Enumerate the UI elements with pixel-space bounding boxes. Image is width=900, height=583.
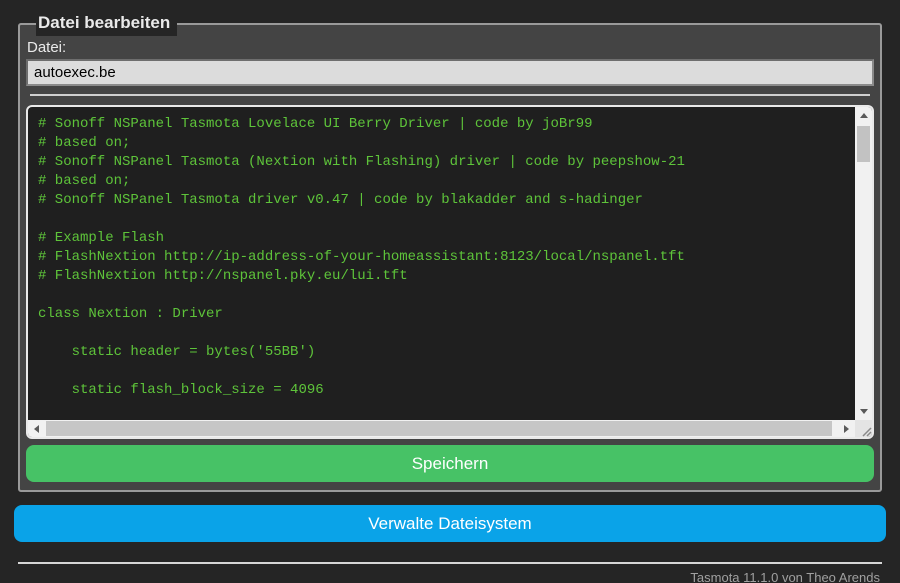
code-editor: # Sonoff NSPanel Tasmota Lovelace UI Ber…	[26, 105, 874, 439]
triangle-right-icon	[844, 424, 849, 433]
triangle-up-icon	[859, 113, 868, 118]
file-edit-fieldset: Datei bearbeiten Datei: # Sonoff NSPanel…	[18, 12, 882, 492]
page: Datei bearbeiten Datei: # Sonoff NSPanel…	[0, 0, 900, 583]
horizontal-scrollbar[interactable]	[28, 420, 855, 437]
footer: Tasmota 11.1.0 von Theo Arends	[18, 562, 882, 583]
triangle-down-icon	[859, 409, 868, 414]
fieldset-legend: Datei bearbeiten	[36, 12, 178, 36]
vertical-scrollbar[interactable]	[855, 107, 872, 420]
resize-grip-icon[interactable]	[855, 420, 872, 437]
code-textarea[interactable]: # Sonoff NSPanel Tasmota Lovelace UI Ber…	[28, 107, 855, 420]
manage-filesystem-button[interactable]: Verwalte Dateisystem	[14, 505, 886, 542]
vertical-scroll-thumb[interactable]	[857, 126, 870, 162]
form-divider	[30, 94, 870, 96]
scroll-left-icon[interactable]	[28, 420, 45, 437]
scroll-down-icon[interactable]	[855, 403, 872, 420]
scroll-right-icon[interactable]	[838, 420, 855, 437]
footer-version-text: Tasmota 11.1.0 von Theo Arends	[690, 570, 880, 583]
save-button[interactable]: Speichern	[26, 445, 874, 482]
file-label: Datei:	[27, 39, 67, 56]
triangle-left-icon	[34, 424, 39, 433]
resize-grip-lines	[862, 427, 872, 437]
scroll-up-icon[interactable]	[855, 107, 872, 124]
filename-input[interactable]	[26, 59, 874, 86]
horizontal-scroll-thumb[interactable]	[46, 421, 832, 436]
